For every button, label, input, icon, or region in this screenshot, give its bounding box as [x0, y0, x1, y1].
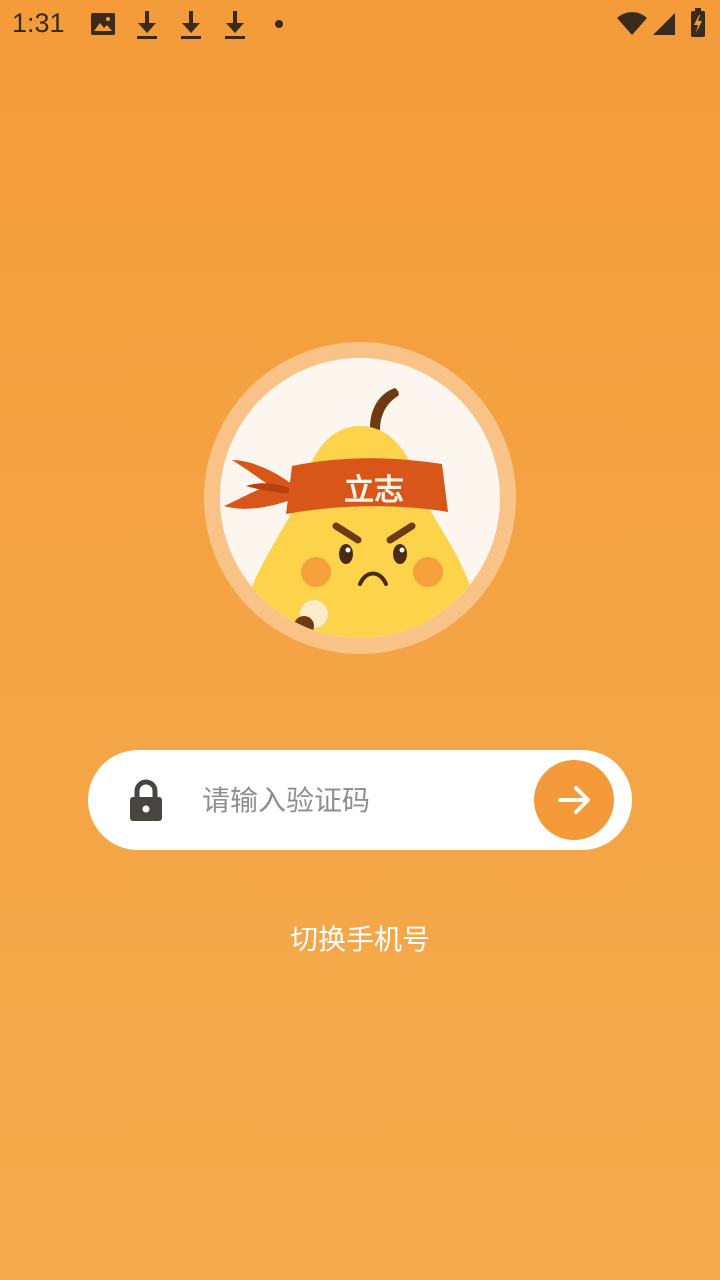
headband-text: 立志	[344, 473, 404, 508]
avatar-image: 立志	[220, 358, 500, 638]
switch-phone-link[interactable]: 切换手机号	[0, 918, 720, 958]
download-icon	[137, 11, 157, 39]
signal-icon	[653, 13, 675, 35]
status-bar: 1:31	[0, 0, 720, 48]
arrow-right-icon	[558, 786, 590, 814]
download-icon	[225, 11, 245, 39]
avatar: 立志	[204, 342, 516, 654]
submit-arrow-button[interactable]	[534, 760, 614, 840]
image-icon	[91, 13, 115, 35]
verification-code-input[interactable]	[202, 774, 522, 826]
battery-charging-icon	[691, 8, 705, 37]
verification-code-bar	[88, 750, 632, 850]
lock-icon	[130, 779, 162, 821]
wifi-icon	[617, 12, 647, 36]
download-icon	[181, 11, 201, 39]
dot-icon	[275, 20, 283, 28]
status-time: 1:31	[12, 8, 65, 38]
pear-mascot-icon: 立志	[224, 388, 480, 638]
